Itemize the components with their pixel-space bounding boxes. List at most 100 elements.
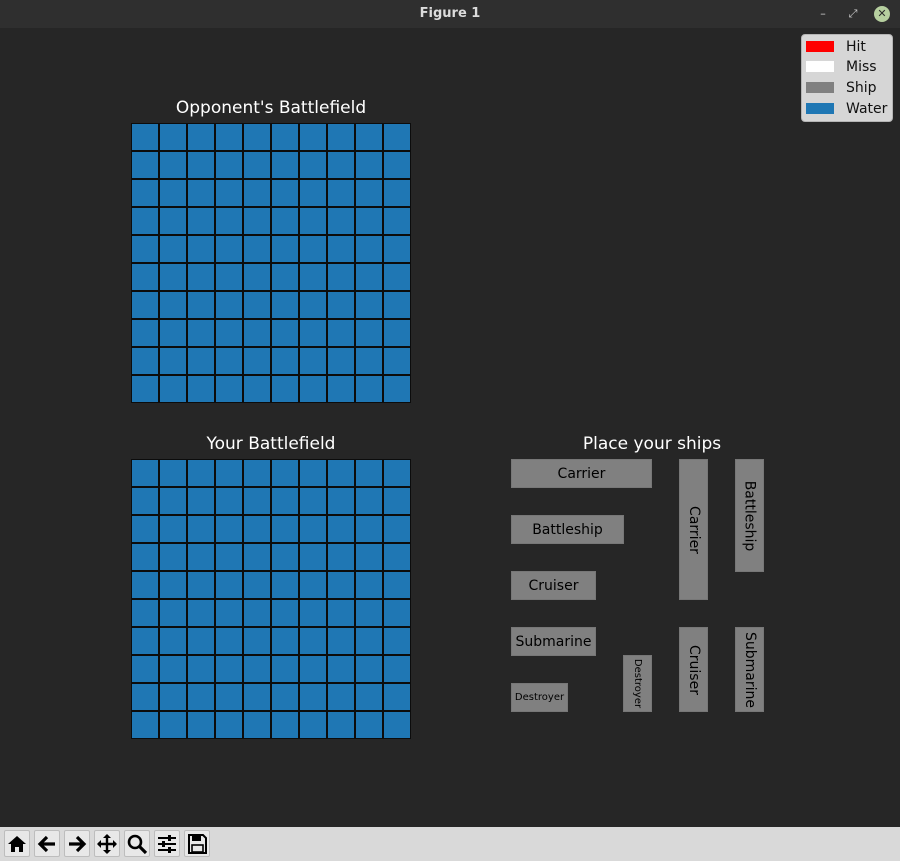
board-cell[interactable] xyxy=(131,571,159,599)
board-cell[interactable] xyxy=(243,627,271,655)
board-cell[interactable] xyxy=(159,515,187,543)
board-cell[interactable] xyxy=(383,655,411,683)
board-cell[interactable] xyxy=(299,515,327,543)
board-cell[interactable] xyxy=(271,207,299,235)
board-cell[interactable] xyxy=(187,711,215,739)
board-cell[interactable] xyxy=(355,515,383,543)
board-cell[interactable] xyxy=(383,319,411,347)
board-cell[interactable] xyxy=(355,487,383,515)
board-cell[interactable] xyxy=(243,207,271,235)
opponent-board[interactable] xyxy=(131,123,411,403)
board-cell[interactable] xyxy=(271,543,299,571)
board-cell[interactable] xyxy=(159,599,187,627)
board-cell[interactable] xyxy=(215,151,243,179)
save-button[interactable] xyxy=(184,830,210,857)
board-cell[interactable] xyxy=(383,683,411,711)
board-cell[interactable] xyxy=(131,627,159,655)
board-cell[interactable] xyxy=(187,123,215,151)
board-cell[interactable] xyxy=(327,711,355,739)
board-cell[interactable] xyxy=(355,291,383,319)
minimize-button[interactable]: – xyxy=(814,5,832,23)
board-cell[interactable] xyxy=(187,151,215,179)
board-cell[interactable] xyxy=(131,291,159,319)
board-cell[interactable] xyxy=(327,571,355,599)
board-cell[interactable] xyxy=(327,599,355,627)
board-cell[interactable] xyxy=(131,599,159,627)
board-cell[interactable] xyxy=(131,515,159,543)
board-cell[interactable] xyxy=(187,291,215,319)
board-cell[interactable] xyxy=(187,347,215,375)
board-cell[interactable] xyxy=(187,515,215,543)
board-cell[interactable] xyxy=(299,151,327,179)
board-cell[interactable] xyxy=(327,627,355,655)
board-cell[interactable] xyxy=(271,711,299,739)
board-cell[interactable] xyxy=(159,711,187,739)
board-cell[interactable] xyxy=(327,487,355,515)
board-cell[interactable] xyxy=(243,543,271,571)
board-cell[interactable] xyxy=(327,263,355,291)
board-cell[interactable] xyxy=(327,683,355,711)
board-cell[interactable] xyxy=(243,711,271,739)
board-cell[interactable] xyxy=(271,291,299,319)
board-cell[interactable] xyxy=(131,123,159,151)
board-cell[interactable] xyxy=(243,599,271,627)
board-cell[interactable] xyxy=(383,711,411,739)
board-cell[interactable] xyxy=(383,543,411,571)
board-cell[interactable] xyxy=(187,543,215,571)
board-cell[interactable] xyxy=(355,207,383,235)
board-cell[interactable] xyxy=(243,655,271,683)
board-cell[interactable] xyxy=(383,291,411,319)
board-cell[interactable] xyxy=(215,599,243,627)
board-cell[interactable] xyxy=(383,179,411,207)
board-cell[interactable] xyxy=(355,599,383,627)
board-cell[interactable] xyxy=(215,263,243,291)
board-cell[interactable] xyxy=(327,515,355,543)
player-board[interactable] xyxy=(131,459,411,739)
ship-battleship-vertical[interactable]: Battleship xyxy=(735,459,764,572)
board-cell[interactable] xyxy=(215,347,243,375)
board-cell[interactable] xyxy=(215,235,243,263)
board-cell[interactable] xyxy=(159,347,187,375)
board-cell[interactable] xyxy=(131,319,159,347)
board-cell[interactable] xyxy=(299,235,327,263)
board-cell[interactable] xyxy=(271,459,299,487)
board-cell[interactable] xyxy=(383,235,411,263)
board-cell[interactable] xyxy=(243,123,271,151)
board-cell[interactable] xyxy=(159,627,187,655)
ship-destroyer-vertical[interactable]: Destroyer xyxy=(623,655,652,712)
board-cell[interactable] xyxy=(355,263,383,291)
board-cell[interactable] xyxy=(327,207,355,235)
board-cell[interactable] xyxy=(271,151,299,179)
board-cell[interactable] xyxy=(187,179,215,207)
board-cell[interactable] xyxy=(327,655,355,683)
board-cell[interactable] xyxy=(215,179,243,207)
board-cell[interactable] xyxy=(299,683,327,711)
ship-cruiser-horizontal[interactable]: Cruiser xyxy=(511,571,596,600)
board-cell[interactable] xyxy=(159,319,187,347)
board-cell[interactable] xyxy=(131,179,159,207)
board-cell[interactable] xyxy=(243,515,271,543)
board-cell[interactable] xyxy=(383,375,411,403)
figure-canvas[interactable]: Opponent's Battlefield Your Battlefield … xyxy=(0,28,900,827)
board-cell[interactable] xyxy=(299,263,327,291)
ship-destroyer-horizontal[interactable]: Destroyer xyxy=(511,683,568,712)
board-cell[interactable] xyxy=(271,683,299,711)
board-cell[interactable] xyxy=(215,291,243,319)
board-cell[interactable] xyxy=(299,543,327,571)
board-cell[interactable] xyxy=(159,487,187,515)
ship-carrier-horizontal[interactable]: Carrier xyxy=(511,459,652,488)
board-cell[interactable] xyxy=(271,487,299,515)
board-cell[interactable] xyxy=(243,375,271,403)
board-cell[interactable] xyxy=(355,627,383,655)
board-cell[interactable] xyxy=(299,711,327,739)
board-cell[interactable] xyxy=(355,347,383,375)
board-cell[interactable] xyxy=(187,375,215,403)
board-cell[interactable] xyxy=(131,459,159,487)
board-cell[interactable] xyxy=(243,235,271,263)
board-cell[interactable] xyxy=(271,263,299,291)
board-cell[interactable] xyxy=(243,291,271,319)
board-cell[interactable] xyxy=(131,543,159,571)
board-cell[interactable] xyxy=(383,571,411,599)
board-cell[interactable] xyxy=(215,319,243,347)
board-cell[interactable] xyxy=(355,179,383,207)
